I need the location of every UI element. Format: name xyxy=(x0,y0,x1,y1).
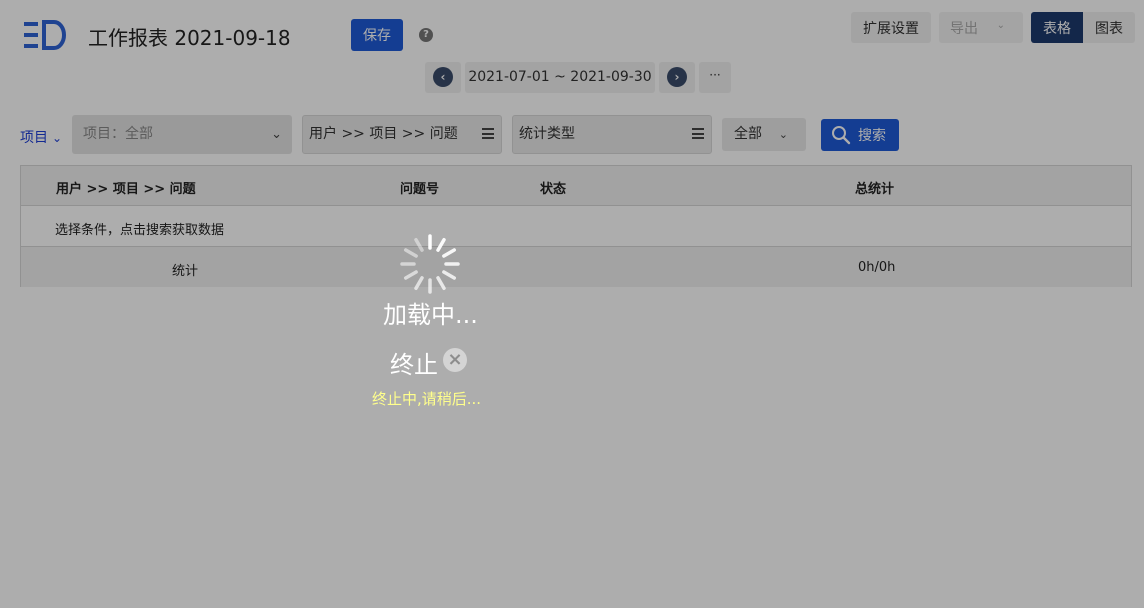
close-icon[interactable]: × xyxy=(443,348,467,372)
loading-overlay: 加载中... 终止 × 终止中,请稍后... xyxy=(0,0,1144,608)
loading-spinner-icon xyxy=(400,234,460,294)
stop-button[interactable]: 终止 × xyxy=(390,345,467,379)
loading-text: 加载中... xyxy=(383,301,478,329)
stop-label: 终止 xyxy=(390,351,438,379)
stopping-status-text: 终止中,请稍后... xyxy=(372,390,482,408)
